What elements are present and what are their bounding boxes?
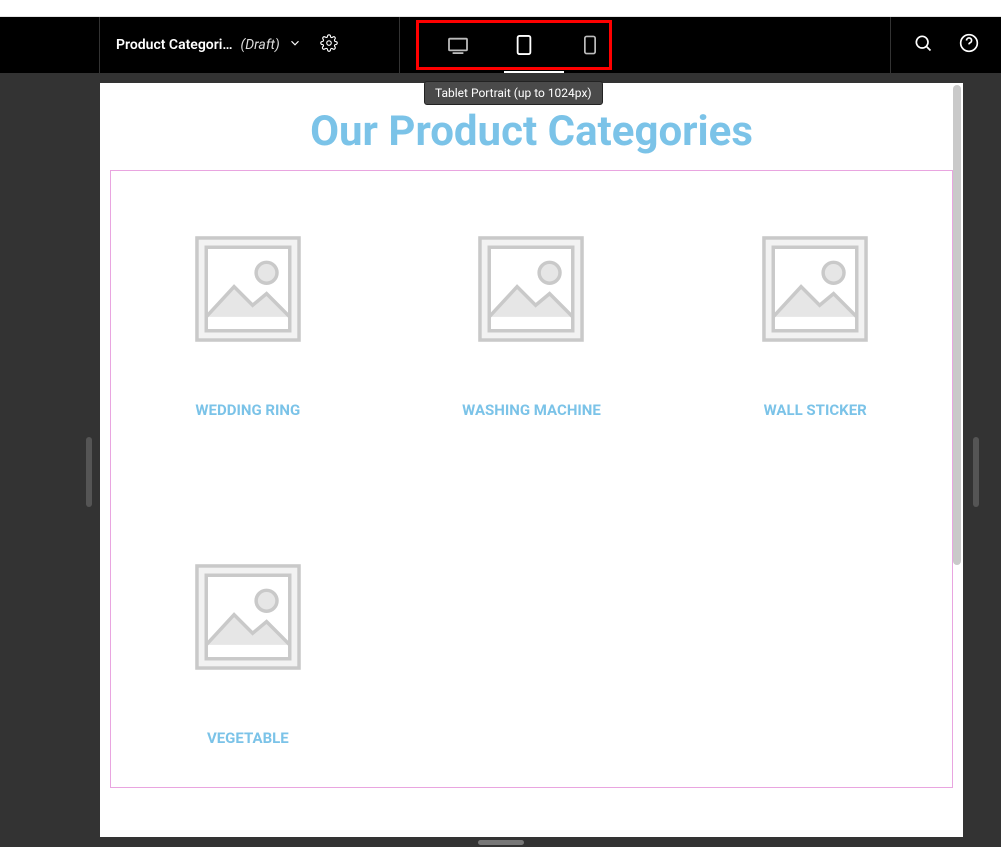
categories-container: WEDDING RING WASHING MACHINE WALL STICKE… bbox=[110, 170, 953, 788]
editor-stage: Product Categori… (Draft) bbox=[0, 17, 1001, 847]
gear-icon[interactable] bbox=[320, 34, 338, 56]
preview-canvas[interactable]: Our Product Categories WEDDING RING WASH… bbox=[100, 83, 963, 837]
device-switcher bbox=[424, 17, 624, 73]
placeholder-image-icon bbox=[473, 231, 589, 351]
device-mobile-button[interactable] bbox=[579, 34, 601, 56]
device-tooltip: Tablet Portrait (up to 1024px) bbox=[424, 81, 603, 105]
category-name: WEDDING RING bbox=[195, 401, 300, 419]
status-badge: (Draft) bbox=[241, 37, 280, 53]
editor-topbar: Product Categori… (Draft) bbox=[0, 17, 1001, 73]
category-name: VEGETABLE bbox=[207, 729, 289, 747]
category-item[interactable]: WASHING MACHINE bbox=[435, 231, 629, 419]
categories-grid: WEDDING RING WASHING MACHINE WALL STICKE… bbox=[151, 231, 912, 747]
page-title-block[interactable]: Product Categori… (Draft) bbox=[100, 17, 400, 73]
category-name: WALL STICKER bbox=[764, 401, 867, 419]
category-item[interactable]: WEDDING RING bbox=[151, 231, 345, 419]
help-icon[interactable] bbox=[959, 33, 979, 57]
search-icon[interactable] bbox=[913, 33, 933, 57]
resize-handle-left[interactable] bbox=[86, 437, 92, 507]
canvas-scrollbar[interactable] bbox=[953, 85, 961, 565]
topbar-left-spacer bbox=[0, 17, 100, 73]
topbar-right-actions bbox=[890, 17, 1001, 73]
active-device-indicator bbox=[504, 71, 564, 73]
category-item[interactable]: WALL STICKER bbox=[718, 231, 912, 419]
placeholder-image-icon bbox=[757, 231, 873, 351]
placeholder-image-icon bbox=[190, 559, 306, 679]
resize-handle-right[interactable] bbox=[973, 437, 979, 507]
chevron-down-icon[interactable] bbox=[288, 36, 302, 54]
device-tablet-button[interactable] bbox=[513, 34, 535, 56]
topbar-spacer bbox=[624, 17, 890, 73]
device-desktop-button[interactable] bbox=[447, 34, 469, 56]
resize-handle-bottom[interactable] bbox=[478, 840, 524, 845]
placeholder-image-icon bbox=[190, 231, 306, 351]
category-name: WASHING MACHINE bbox=[462, 401, 601, 419]
browser-tab-strip bbox=[0, 0, 1001, 17]
category-item[interactable]: VEGETABLE bbox=[151, 559, 345, 747]
page-title: Product Categori… bbox=[116, 37, 233, 53]
